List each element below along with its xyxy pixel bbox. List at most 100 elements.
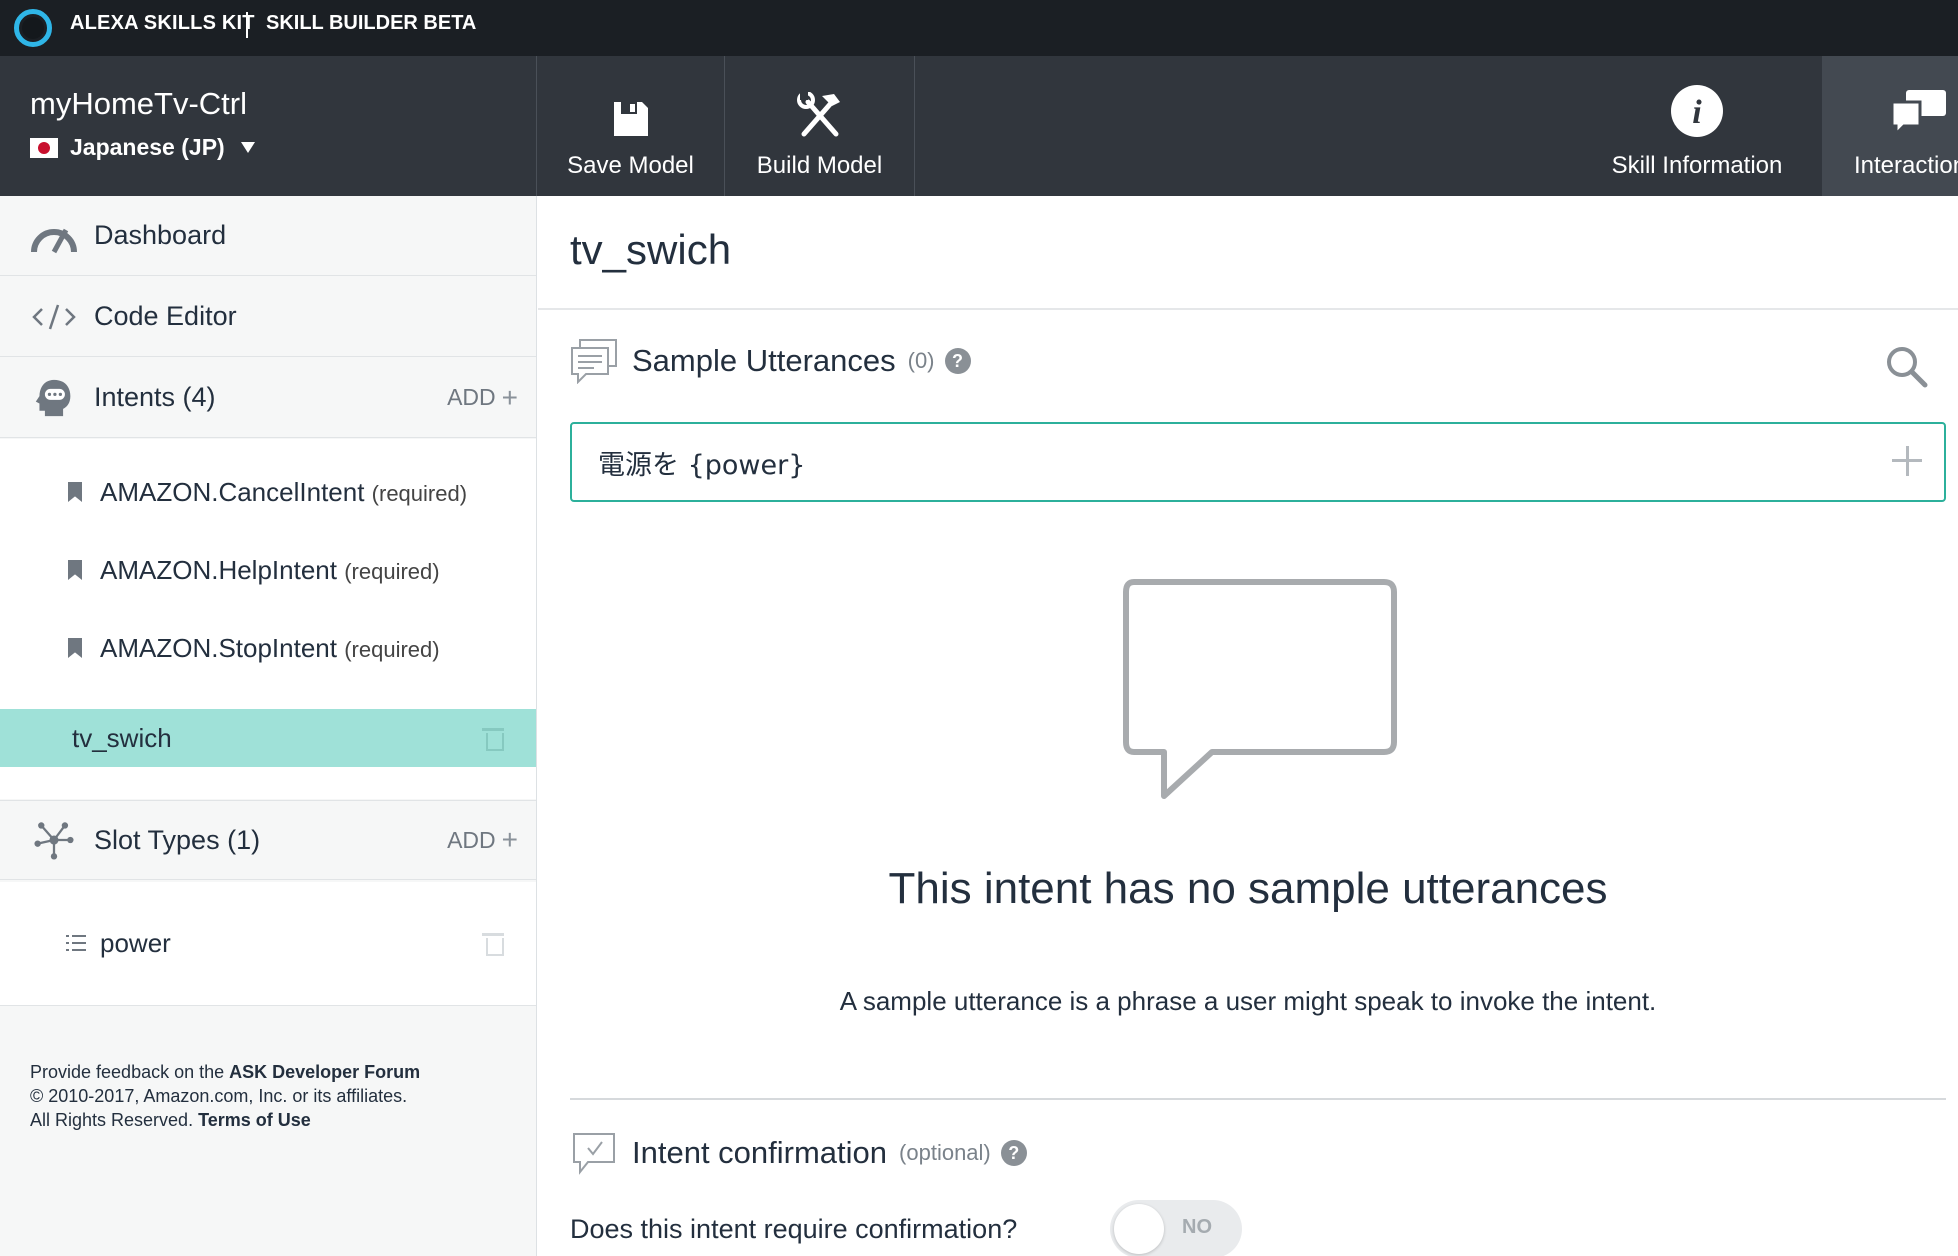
hammer-wrench-icon bbox=[796, 92, 840, 137]
section-title: Sample Utterances bbox=[632, 343, 896, 378]
optional-tag: (optional) bbox=[899, 1140, 991, 1165]
gauge-icon bbox=[31, 228, 77, 253]
intent-item-label: AMAZON.HelpIntent (required) bbox=[100, 555, 440, 586]
save-model-button[interactable]: Save Model bbox=[537, 56, 725, 196]
toggle-knob bbox=[1114, 1204, 1164, 1254]
code-editor-label: Code Editor bbox=[94, 301, 237, 331]
interaction-model-button[interactable]: Interaction bbox=[1822, 56, 1958, 196]
speaking-head-icon bbox=[35, 379, 71, 416]
intent-item[interactable]: AMAZON.CancelIntent (required) bbox=[0, 463, 536, 521]
intent-item[interactable]: AMAZON.StopIntent (required) bbox=[0, 619, 536, 677]
sidebar-footer: Provide feedback on the ASK Developer Fo… bbox=[30, 1060, 420, 1132]
locale-label: Japanese (JP) bbox=[70, 134, 225, 160]
plus-icon: + bbox=[501, 824, 518, 855]
chat-lines-icon bbox=[571, 339, 617, 384]
skill-selector: myHomeTv-Ctrl Japanese (JP) bbox=[0, 56, 537, 196]
intent-item-label: AMAZON.CancelIntent (required) bbox=[100, 477, 467, 508]
utterance-input-value: 電源を {power} bbox=[598, 449, 806, 481]
sidebar-item-slot-types[interactable]: Slot Types (1) ADD + bbox=[0, 800, 536, 880]
dashboard-label: Dashboard bbox=[94, 220, 227, 250]
divider bbox=[538, 308, 1958, 310]
slot-type-item[interactable]: power bbox=[0, 914, 536, 972]
utterance-count: (0) bbox=[907, 348, 935, 373]
chat-bubbles-icon bbox=[1890, 90, 1946, 138]
info-icon: i bbox=[1671, 85, 1723, 137]
slot-type-name: power bbox=[100, 927, 171, 958]
skill-builder-title: SKILL BUILDER BETA bbox=[266, 12, 477, 34]
alexa-logo-icon[interactable] bbox=[14, 9, 52, 47]
divider bbox=[570, 1098, 1946, 1100]
intent-name: AMAZON.CancelIntent bbox=[100, 476, 365, 507]
empty-state-title: This intent has no sample utterances bbox=[888, 864, 1608, 913]
required-tag: (required) bbox=[344, 558, 440, 584]
intent-editor: tv_swich Sample Utterances (0) ? 電源を {po… bbox=[538, 196, 1958, 1256]
intent-item[interactable]: AMAZON.HelpIntent (required) bbox=[0, 541, 536, 599]
sidebar: Dashboard Code Editor Intents (4) ADD + A… bbox=[0, 196, 537, 1256]
intent-list: AMAZON.CancelIntent (required) AMAZON.He… bbox=[0, 439, 536, 799]
trash-icon[interactable] bbox=[482, 726, 504, 751]
intent-item-active[interactable]: tv_swich bbox=[0, 709, 536, 767]
skill-information-button[interactable]: i Skill Information bbox=[1572, 56, 1822, 196]
caret-down-icon bbox=[240, 142, 255, 153]
copyright-text: © 2010-2017, Amazon.com, Inc. or its aff… bbox=[30, 1086, 408, 1106]
confirmation-toggle[interactable]: NO bbox=[1110, 1200, 1242, 1256]
help-icon[interactable]: ? bbox=[944, 348, 971, 374]
bookmark-icon bbox=[68, 482, 82, 502]
plus-icon: + bbox=[501, 381, 518, 413]
rights-text: All Rights Reserved. bbox=[30, 1110, 199, 1130]
add-intent-button[interactable]: ADD + bbox=[447, 381, 518, 413]
interaction-model-label: Interaction bbox=[1854, 152, 1958, 179]
add-utterance-icon[interactable] bbox=[1892, 446, 1922, 476]
build-model-button[interactable]: Build Model bbox=[725, 56, 915, 196]
feedback-text: Provide feedback on the bbox=[30, 1062, 230, 1082]
section-title: Intent confirmation bbox=[632, 1135, 888, 1170]
locale-dropdown[interactable]: Japanese (JP) bbox=[30, 134, 255, 161]
sidebar-item-dashboard[interactable]: Dashboard bbox=[0, 196, 536, 276]
network-nodes-icon bbox=[34, 822, 74, 860]
skill-information-label: Skill Information bbox=[1611, 152, 1783, 179]
add-slot-type-label: ADD bbox=[447, 826, 496, 853]
help-icon[interactable]: ? bbox=[1000, 1140, 1027, 1166]
required-tag: (required) bbox=[344, 636, 440, 662]
feedback-line: Provide feedback on the ASK Developer Fo… bbox=[30, 1060, 420, 1084]
brand-title[interactable]: ALEXA SKILLS KIT bbox=[70, 12, 255, 35]
sidebar-item-intents[interactable]: Intents (4) ADD + bbox=[0, 358, 536, 438]
check-bubble-icon bbox=[573, 1133, 615, 1175]
top-bar: ALEXA SKILLS KIT SKILL BUILDER BETA bbox=[0, 0, 1958, 56]
slot-types-label: Slot Types (1) bbox=[94, 824, 261, 855]
search-icon[interactable] bbox=[1884, 344, 1928, 388]
build-model-label: Build Model bbox=[756, 152, 883, 179]
svg-text:i: i bbox=[1692, 94, 1702, 131]
trash-icon[interactable] bbox=[482, 931, 504, 956]
intent-name: AMAZON.StopIntent bbox=[100, 632, 337, 663]
bookmark-icon bbox=[68, 638, 82, 658]
utterance-input[interactable]: 電源を {power} bbox=[570, 422, 1946, 502]
confirmation-question: Does this intent require confirmation? bbox=[570, 1214, 1018, 1244]
skill-name: myHomeTv-Ctrl bbox=[30, 86, 247, 121]
japan-flag-icon bbox=[30, 137, 58, 158]
sample-utterances-header: Sample Utterances (0) ? bbox=[570, 338, 971, 384]
required-tag: (required) bbox=[371, 480, 468, 506]
intent-confirmation-header: Intent confirmation (optional) ? bbox=[570, 1130, 1027, 1176]
developer-forum-link[interactable]: ASK Developer Forum bbox=[229, 1062, 420, 1082]
intent-name: tv_swich bbox=[72, 722, 172, 753]
add-intent-label: ADD bbox=[447, 384, 496, 410]
save-model-label: Save Model bbox=[567, 152, 694, 179]
intent-name: AMAZON.HelpIntent bbox=[100, 554, 337, 585]
speech-bubble-icon bbox=[1123, 579, 1397, 799]
code-icon bbox=[32, 304, 76, 329]
brand-divider bbox=[246, 12, 248, 38]
list-icon bbox=[66, 934, 86, 952]
bookmark-icon bbox=[68, 560, 82, 580]
empty-state-description: A sample utterance is a phrase a user mi… bbox=[839, 986, 1657, 1016]
header-toolbar: myHomeTv-Ctrl Japanese (JP) Save Model B… bbox=[0, 56, 1958, 196]
add-slot-type-button[interactable]: ADD + bbox=[447, 826, 518, 854]
intents-label: Intents (4) bbox=[94, 382, 216, 412]
intent-item-label: AMAZON.StopIntent (required) bbox=[100, 633, 440, 664]
rights-line: All Rights Reserved. Terms of Use bbox=[30, 1108, 420, 1132]
terms-of-use-link[interactable]: Terms of Use bbox=[198, 1110, 311, 1130]
toggle-label: NO bbox=[1182, 1216, 1212, 1238]
sidebar-item-code-editor[interactable]: Code Editor bbox=[0, 277, 536, 357]
page-title: tv_swich bbox=[570, 226, 732, 273]
floppy-disk-icon bbox=[613, 102, 648, 136]
